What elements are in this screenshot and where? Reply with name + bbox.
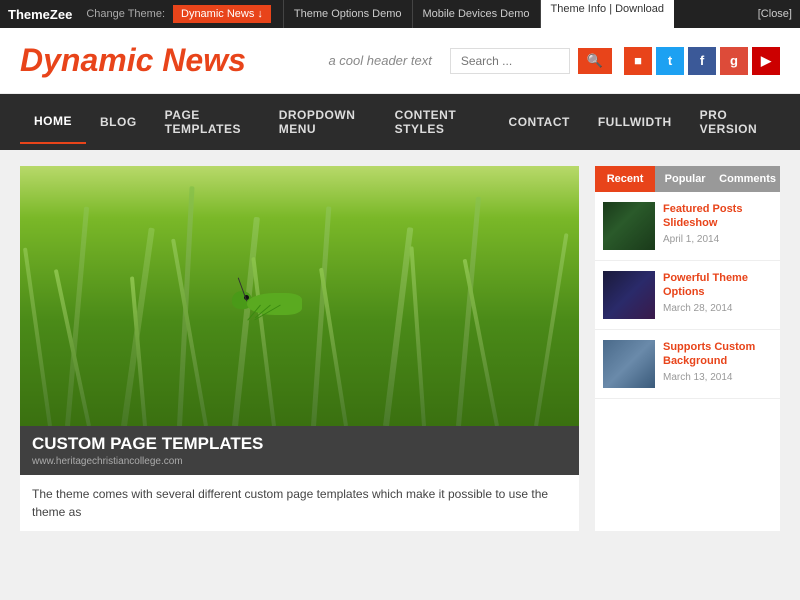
- nav-blog[interactable]: BLOG: [86, 101, 151, 143]
- nav-dropdown-menu[interactable]: DROPDOWN MENU: [265, 94, 381, 150]
- rss-icon[interactable]: ■: [624, 47, 652, 75]
- sidebar-post-2: Powerful Theme Options March 28, 2014: [595, 261, 780, 330]
- sidebar: Recent Popular Comments Featured Posts S…: [595, 166, 780, 531]
- facebook-icon[interactable]: f: [688, 47, 716, 75]
- sidebar-post-3: Supports Custom Background March 13, 201…: [595, 330, 780, 399]
- brand-logo: ThemeZee: [8, 7, 72, 22]
- search-button[interactable]: 🔍: [578, 48, 612, 74]
- post-date-3: March 13, 2014: [663, 372, 772, 383]
- article-excerpt: The theme comes with several different c…: [20, 475, 579, 531]
- nav-home[interactable]: HOME: [20, 100, 86, 144]
- admin-nav-theme-options[interactable]: Theme Options Demo: [283, 0, 413, 28]
- theme-selector[interactable]: Dynamic News ↓: [173, 5, 271, 23]
- post-thumb-3: [603, 340, 655, 388]
- sidebar-post-1: Featured Posts Slideshow April 1, 2014: [595, 192, 780, 261]
- main-article: CUSTOM PAGE TEMPLATES www.heritagechrist…: [20, 166, 579, 531]
- search-input[interactable]: [450, 48, 570, 74]
- sidebar-tabs: Recent Popular Comments: [595, 166, 780, 192]
- article-url: www.heritagechristiancollege.com: [32, 456, 567, 467]
- change-theme-label: Change Theme:: [86, 8, 165, 20]
- article-caption: CUSTOM PAGE TEMPLATES www.heritagechrist…: [20, 426, 579, 475]
- admin-bar-close[interactable]: [Close]: [758, 8, 792, 20]
- nav-fullwidth[interactable]: FULLWIDTH: [584, 101, 686, 143]
- tab-popular[interactable]: Popular: [655, 166, 715, 192]
- post-date-1: April 1, 2014: [663, 234, 772, 245]
- admin-bar: ThemeZee Change Theme: Dynamic News ↓ Th…: [0, 0, 800, 28]
- twitter-icon[interactable]: t: [656, 47, 684, 75]
- post-info-1: Featured Posts Slideshow April 1, 2014: [663, 202, 772, 245]
- article-image: [20, 166, 579, 426]
- article-title: CUSTOM PAGE TEMPLATES: [32, 434, 567, 454]
- nav-page-templates[interactable]: PAGE TEMPLATES: [151, 94, 265, 150]
- main-navigation: HOME BLOG PAGE TEMPLATES DROPDOWN MENU C…: [0, 94, 800, 150]
- post-date-2: March 28, 2014: [663, 303, 772, 314]
- site-title[interactable]: Dynamic News: [20, 42, 246, 79]
- post-thumb-2: [603, 271, 655, 319]
- nav-contact[interactable]: CONTACT: [495, 101, 584, 143]
- post-info-3: Supports Custom Background March 13, 201…: [663, 340, 772, 383]
- post-thumb-1: [603, 202, 655, 250]
- admin-nav-mobile[interactable]: Mobile Devices Demo: [413, 0, 541, 28]
- site-header: Dynamic News a cool header text 🔍 ■ t f …: [0, 28, 800, 94]
- youtube-icon[interactable]: ▶: [752, 47, 780, 75]
- grasshopper-illustration: [232, 283, 312, 328]
- post-title-2[interactable]: Powerful Theme Options: [663, 271, 772, 300]
- social-icons: ■ t f g ▶: [624, 47, 780, 75]
- theme-info-link[interactable]: Theme Info | Download: [541, 0, 675, 28]
- nav-pro-version[interactable]: PRO VERSION: [686, 94, 780, 150]
- post-title-1[interactable]: Featured Posts Slideshow: [663, 202, 772, 231]
- googleplus-icon[interactable]: g: [720, 47, 748, 75]
- post-title-3[interactable]: Supports Custom Background: [663, 340, 772, 369]
- content-wrapper: CUSTOM PAGE TEMPLATES www.heritagechrist…: [0, 150, 800, 547]
- tab-recent[interactable]: Recent: [595, 166, 655, 192]
- header-right: a cool header text 🔍 ■ t f g ▶: [328, 47, 780, 75]
- tab-comments[interactable]: Comments: [715, 166, 780, 192]
- nav-content-styles[interactable]: CONTENT STYLES: [381, 94, 495, 150]
- header-tagline: a cool header text: [328, 53, 431, 68]
- post-info-2: Powerful Theme Options March 28, 2014: [663, 271, 772, 314]
- admin-nav-links: Theme Options Demo Mobile Devices Demo T…: [283, 0, 674, 28]
